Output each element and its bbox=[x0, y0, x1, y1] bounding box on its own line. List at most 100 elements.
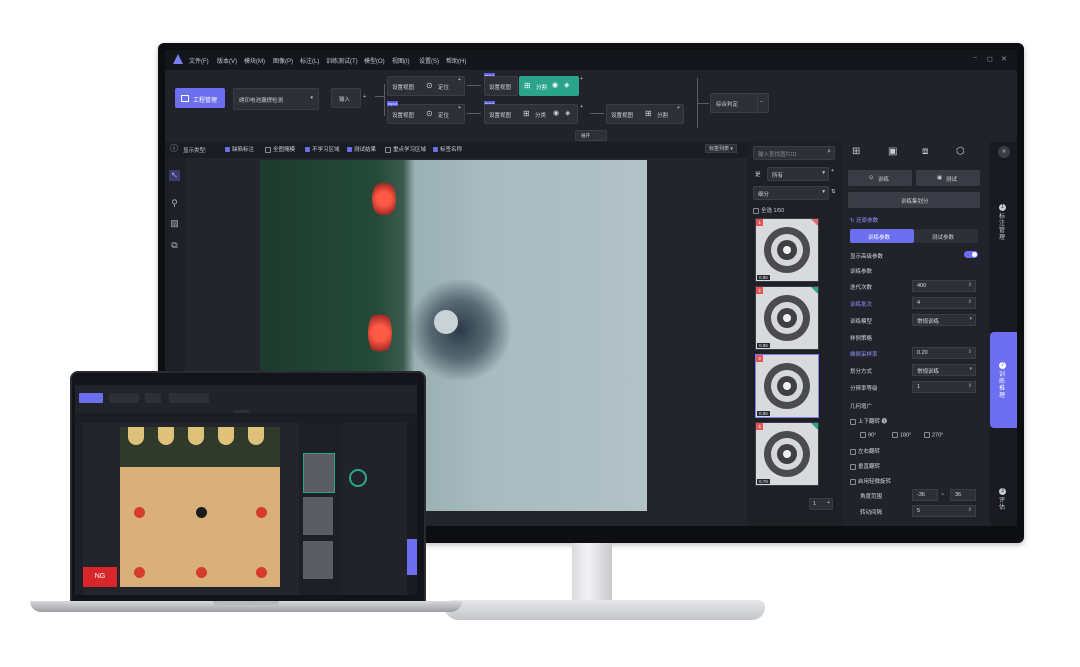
type-select[interactable]: 细分 ▾ bbox=[753, 186, 829, 200]
folder-icon[interactable]: ▣ bbox=[888, 146, 897, 157]
collapse-icon[interactable]: » bbox=[998, 146, 1010, 158]
add-image-icon[interactable]: ⊞ bbox=[852, 146, 860, 157]
thumbnail-item[interactable]: 4 0.79 bbox=[755, 422, 819, 486]
plus-icon: + bbox=[827, 500, 830, 506]
train-set-split-button[interactable]: 训练集划分 bbox=[848, 192, 980, 208]
test-button[interactable]: ▣ 测试 bbox=[916, 170, 980, 186]
laptop-project-select[interactable] bbox=[109, 393, 139, 403]
batch-input[interactable]: 4 ⇕ bbox=[912, 297, 976, 309]
angle-max-input[interactable]: 36 bbox=[950, 489, 976, 501]
pipeline-node-locate-1[interactable]: 设置视图 ⊙ 定位 + bbox=[387, 76, 465, 96]
iterations-input[interactable]: 400 ⇕ bbox=[912, 280, 976, 292]
menu-settings[interactable]: 设置(S) bbox=[419, 56, 439, 65]
rotate-step-input[interactable]: 5 ⇕ bbox=[912, 505, 976, 517]
pipeline-node-classify[interactable]: 设置视图 ⊞ 分类 ◉ ◈ bbox=[484, 104, 578, 124]
add-node-icon[interactable]: + bbox=[580, 76, 583, 82]
expand-label: 展开 bbox=[581, 133, 590, 138]
menu-module[interactable]: 模块(M) bbox=[244, 56, 265, 65]
angle-270-checkbox[interactable]: 270° bbox=[924, 432, 943, 438]
add-node-icon[interactable]: + bbox=[458, 77, 461, 83]
laptop-thumbnail[interactable] bbox=[303, 453, 335, 493]
project-select[interactable]: 绣印电池漏焊检测 ▾ bbox=[233, 88, 319, 110]
angle-min-input[interactable]: -36 bbox=[912, 489, 938, 501]
project-manage-button[interactable]: 工程管理 bbox=[175, 88, 225, 108]
menu-model[interactable]: 模型(O) bbox=[364, 56, 385, 65]
menu-help[interactable]: 帮助(H) bbox=[446, 56, 466, 65]
page-input[interactable]: 1 + bbox=[809, 498, 833, 510]
maximize-button[interactable]: ◻ bbox=[987, 55, 993, 63]
cube-icon[interactable]: ⬡ bbox=[956, 146, 965, 157]
slight-rotate-checkbox[interactable]: 启用轻微旋转 bbox=[850, 477, 891, 485]
laptop-side-tab-active[interactable] bbox=[407, 539, 417, 575]
add-node-icon[interactable]: + bbox=[363, 94, 366, 100]
export-icon[interactable]: ⧈ bbox=[922, 146, 928, 157]
thumbnail-item[interactable]: 1 0.86 bbox=[755, 218, 819, 282]
checkbox-defect-label[interactable]: 缺陷标注 bbox=[225, 145, 254, 153]
checkbox-ignore-region[interactable]: 不学习区域 bbox=[305, 145, 340, 153]
select-all-checkbox[interactable]: 全选 1/50 bbox=[753, 206, 784, 214]
close-button[interactable]: ✕ bbox=[1001, 55, 1007, 63]
side-tab-evaluate[interactable]: 3 评估 bbox=[994, 488, 1012, 524]
laptop-thumbnail[interactable] bbox=[303, 541, 333, 579]
flip-lr-checkbox[interactable]: 左右翻转 bbox=[850, 447, 880, 455]
add-filter-icon[interactable]: + bbox=[831, 168, 834, 174]
pipeline-node-view-2[interactable]: 设置视图 bbox=[484, 76, 518, 96]
resolution-input[interactable]: 1 ⇕ bbox=[912, 381, 976, 393]
add-node-icon[interactable]: + bbox=[677, 105, 680, 111]
angle-180-checkbox[interactable]: 180° bbox=[892, 432, 911, 438]
pipeline-node-segment-2[interactable]: 设置视图 ⊞ 分割 + bbox=[606, 104, 684, 124]
final-judge-node[interactable]: 综合判定 bbox=[710, 93, 758, 113]
checkbox-full-mask[interactable]: 全图掩模 bbox=[265, 145, 295, 153]
pipeline-toolbar: 工程管理 绣印电池漏焊检测 ▾ 输入 + 设置视图 ⊙ 定位 + Input 设… bbox=[165, 70, 1017, 142]
advanced-params-toggle[interactable] bbox=[964, 251, 978, 258]
laptop-thumbnail[interactable] bbox=[303, 497, 333, 535]
flip-ud-checkbox[interactable]: 上下翻转 ❶ bbox=[850, 417, 887, 425]
menu-view[interactable]: 视图(I) bbox=[392, 56, 410, 65]
pipeline-node-segment-active[interactable]: ⊞ 分割 ◉ ◈ bbox=[519, 76, 579, 96]
expand-button[interactable]: 展开 bbox=[575, 130, 607, 141]
angle-90-checkbox[interactable]: 90° bbox=[860, 432, 876, 438]
add-node-icon[interactable]: + bbox=[580, 104, 583, 110]
filter-select[interactable]: 所有 ▾ bbox=[767, 167, 829, 181]
image-search-input[interactable]: 输入查找图片ID ⌕ bbox=[753, 146, 835, 160]
flip-v-checkbox[interactable]: 垂直翻转 bbox=[850, 462, 880, 470]
menu-annotate[interactable]: 标注(L) bbox=[300, 56, 319, 65]
input-node[interactable]: 输入 bbox=[331, 88, 361, 108]
input-tag: Input bbox=[387, 101, 398, 106]
menu-version[interactable]: 版本(V) bbox=[217, 56, 237, 65]
tab-train-params[interactable]: 训练参数 bbox=[850, 229, 914, 243]
laptop-notch bbox=[213, 601, 279, 605]
pipeline-node-locate-2[interactable]: 设置视图 ⊙ 定位 + bbox=[387, 104, 465, 124]
hatch-tool-icon[interactable]: ▨ bbox=[169, 218, 180, 229]
checkbox-test-result[interactable]: 测试结果 bbox=[347, 145, 376, 153]
add-node-icon[interactable]: + bbox=[458, 105, 461, 111]
minimize-button[interactable]: − bbox=[973, 55, 977, 62]
stamp-tool-icon[interactable]: ⚲ bbox=[169, 198, 180, 209]
side-tab-train[interactable]: 2 训练推理 bbox=[990, 332, 1017, 428]
menu-file[interactable]: 文件(F) bbox=[189, 56, 209, 65]
eye-icon: ◉ bbox=[552, 82, 559, 89]
sample-rate-input[interactable]: 0.20 ⇕ bbox=[912, 347, 976, 359]
laptop-input-node[interactable] bbox=[145, 393, 161, 403]
menu-train-test[interactable]: 训练测试(T) bbox=[326, 56, 358, 65]
laptop-pipeline-node[interactable] bbox=[169, 393, 209, 403]
advanced-params-label: 显示高级参数 bbox=[850, 254, 884, 260]
option-label: 缺陷标注 bbox=[232, 147, 255, 153]
final-judge-menu[interactable]: − bbox=[757, 93, 769, 113]
sort-icon[interactable]: ⇅ bbox=[831, 189, 836, 195]
checkbox-focus-region[interactable]: 重点学习区域 bbox=[385, 145, 426, 153]
tag-list-dropdown[interactable]: 标签列表 ▾ bbox=[705, 144, 737, 153]
laptop-project-button[interactable] bbox=[79, 393, 103, 403]
split-mode-select[interactable]: 常规训练 ▾ bbox=[912, 364, 976, 376]
checkbox-tag-name[interactable]: 标签名称 bbox=[433, 145, 462, 153]
side-tab-annotate[interactable]: 1 标注管理 bbox=[994, 204, 1012, 264]
tab-test-params[interactable]: 测试参数 bbox=[914, 229, 978, 243]
thumbnail-item-selected[interactable]: 3 0.86 bbox=[755, 354, 819, 418]
train-model-select[interactable]: 常规训练 ▾ bbox=[912, 314, 976, 326]
pointer-tool-icon[interactable]: ↖ bbox=[169, 170, 180, 181]
train-button[interactable]: ⊙ 训练 bbox=[848, 170, 912, 186]
thumbnail-item[interactable]: 2 0.86 bbox=[755, 286, 819, 350]
menu-image[interactable]: 图像(P) bbox=[273, 56, 293, 65]
reset-params-link[interactable]: ↻ 还原参数 bbox=[850, 216, 878, 224]
region-tool-icon[interactable]: ⧉ bbox=[169, 240, 180, 251]
